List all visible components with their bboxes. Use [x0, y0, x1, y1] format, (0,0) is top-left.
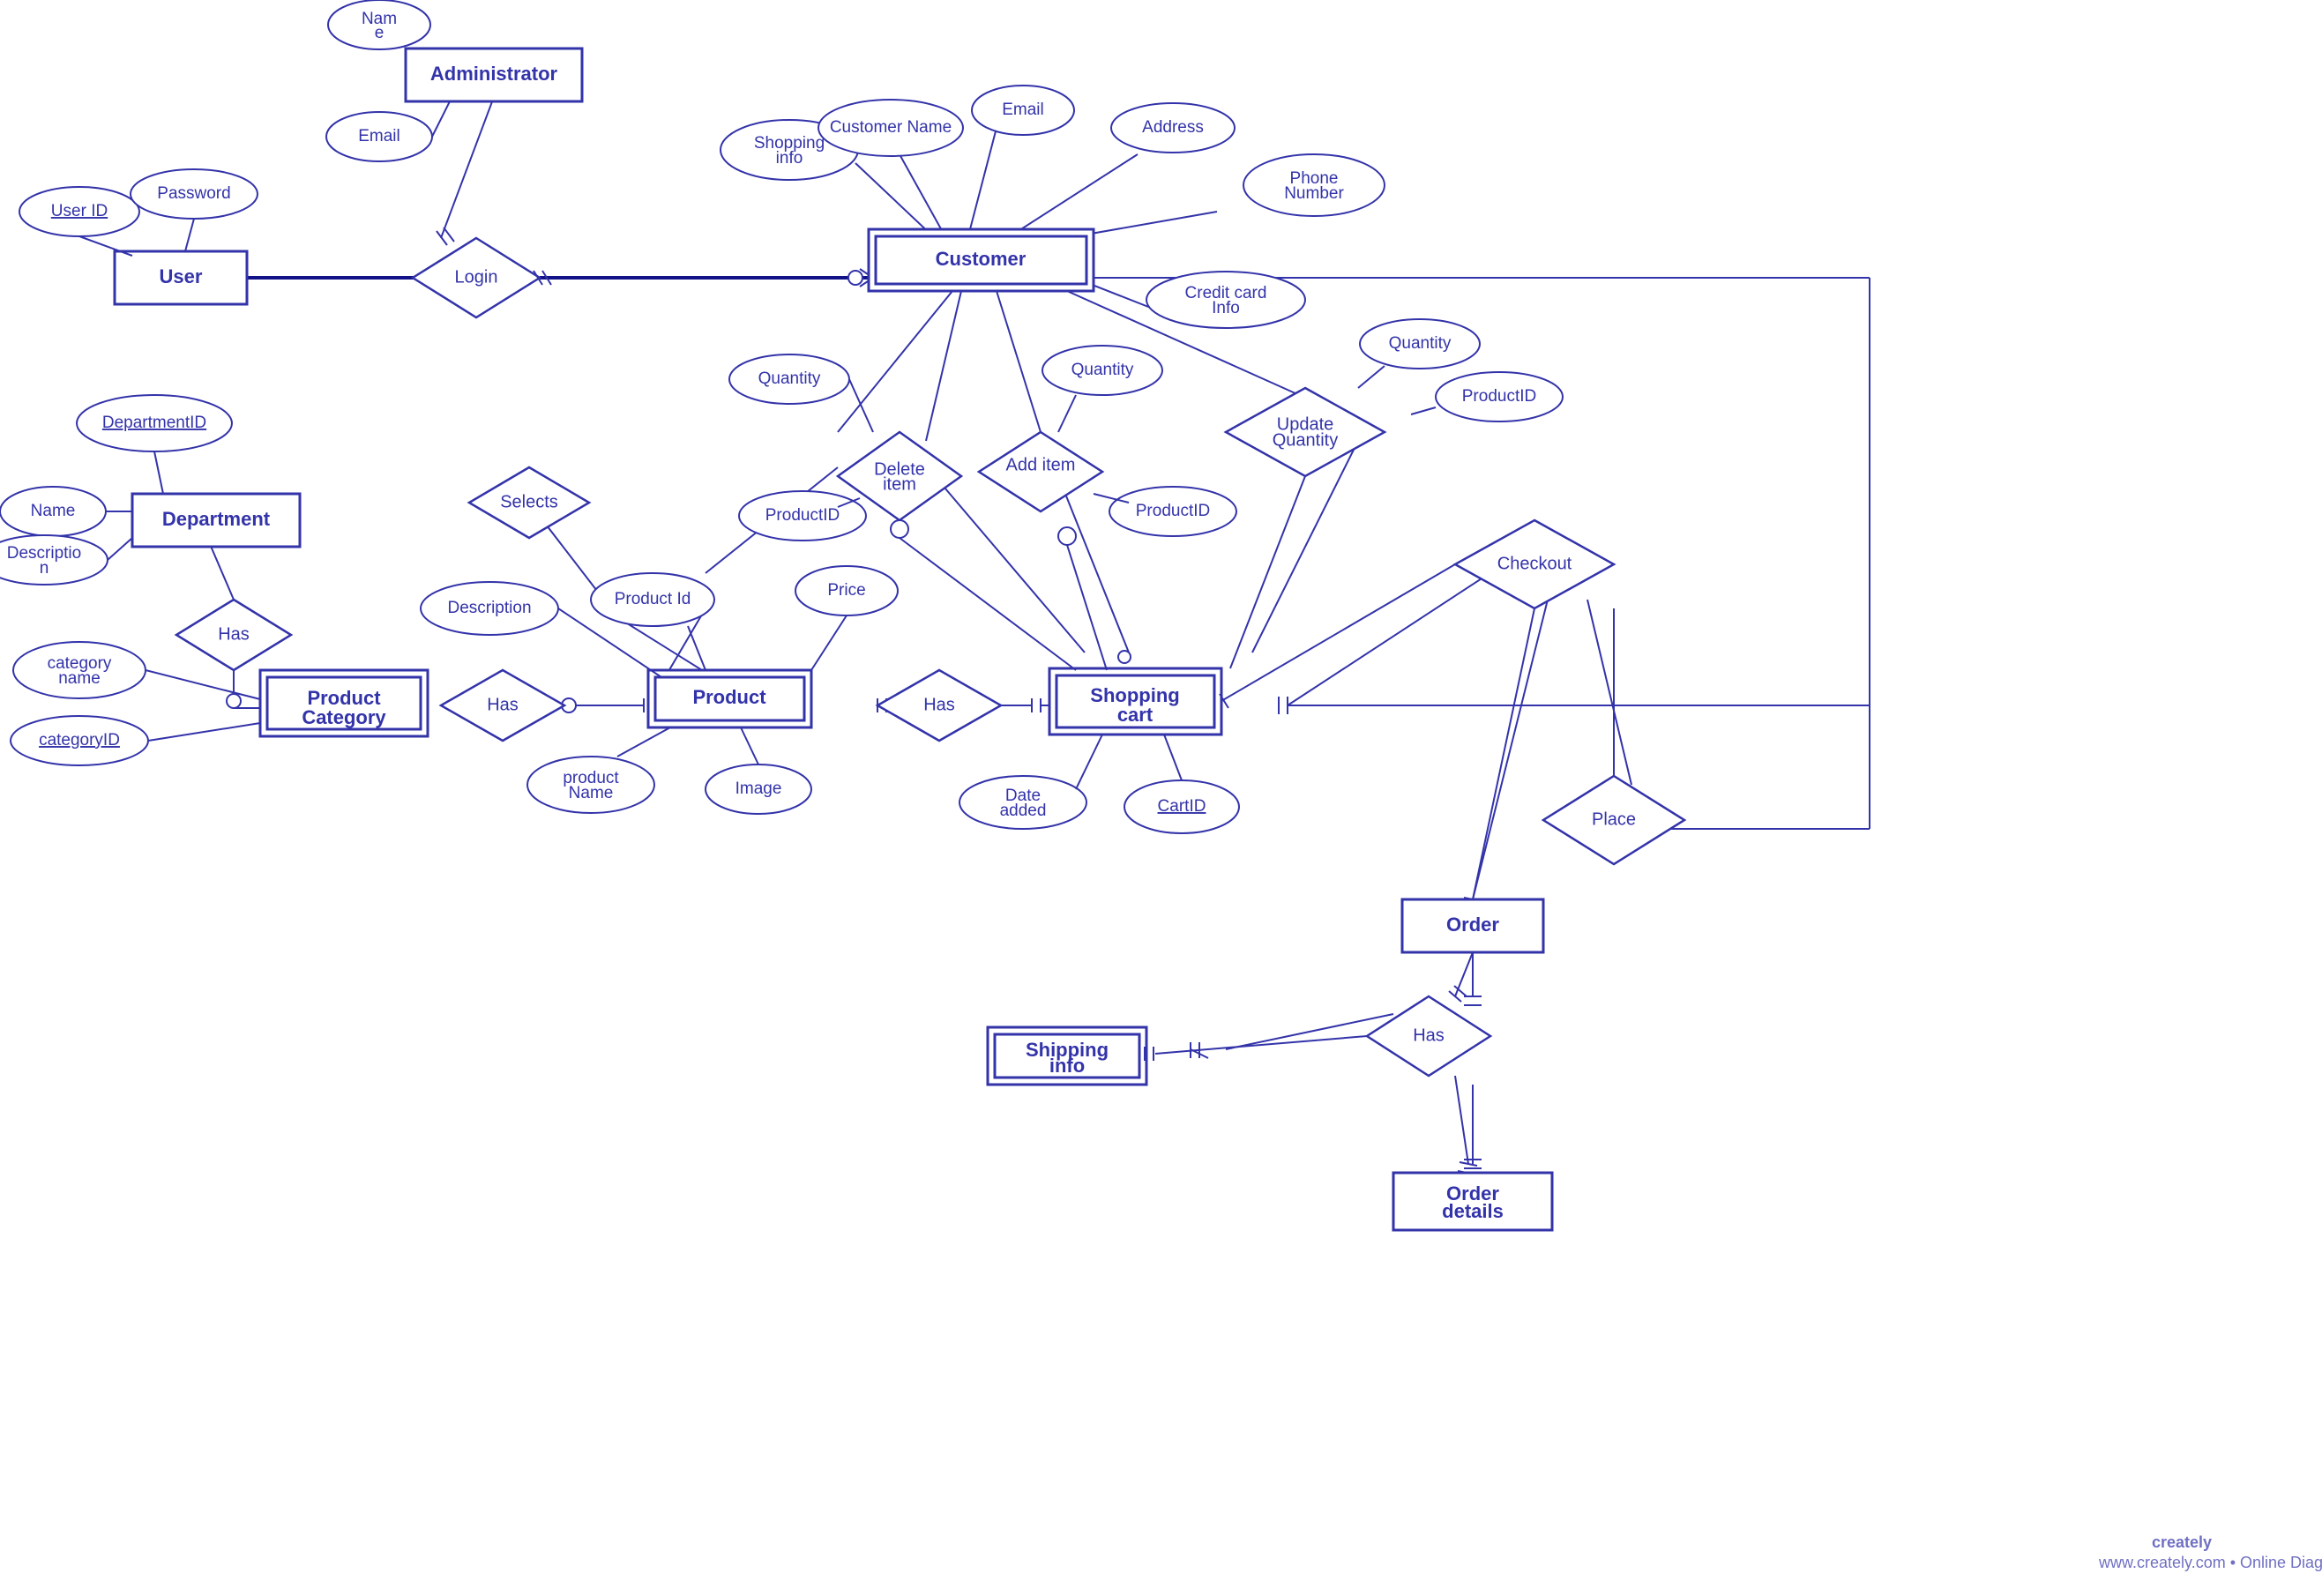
svg-text:Description: Description	[447, 599, 531, 617]
customer-label: Customer	[936, 248, 1027, 270]
svg-text:Category: Category	[302, 706, 386, 728]
svg-text:Has: Has	[487, 695, 519, 714]
svg-text:Email: Email	[358, 127, 400, 145]
svg-text:DepartmentID: DepartmentID	[102, 414, 206, 432]
svg-text:ProductID: ProductID	[765, 506, 840, 525]
svg-text:Has: Has	[923, 695, 955, 714]
svg-text:Has: Has	[218, 624, 250, 644]
svg-text:Product Id: Product Id	[615, 590, 691, 608]
order-label: Order	[1446, 914, 1499, 936]
svg-text:User ID: User ID	[51, 202, 108, 220]
svg-text:cart: cart	[1117, 704, 1154, 726]
svg-text:Login: Login	[455, 267, 498, 287]
svg-text:Selects: Selects	[500, 492, 558, 511]
svg-text:Add item: Add item	[1006, 455, 1076, 474]
svg-text:info: info	[1049, 1055, 1085, 1077]
svg-text:Quantity: Quantity	[1071, 361, 1134, 379]
watermark-brand: creately	[2152, 1533, 2212, 1551]
svg-text:info: info	[776, 149, 803, 168]
svg-text:Info: Info	[1212, 299, 1240, 317]
svg-text:ProductID: ProductID	[1462, 387, 1536, 406]
user-label: User	[160, 265, 203, 287]
svg-text:Customer Name: Customer Name	[830, 118, 952, 137]
svg-text:Address: Address	[1142, 118, 1204, 137]
svg-text:name: name	[58, 669, 101, 688]
svg-text:Name: Name	[569, 784, 614, 802]
svg-text:Checkout: Checkout	[1497, 554, 1572, 573]
svg-text:Number: Number	[1284, 184, 1344, 203]
svg-text:Email: Email	[1002, 101, 1044, 119]
svg-text:Price: Price	[827, 581, 865, 600]
svg-text:details: details	[1442, 1200, 1504, 1222]
watermark-url: www.creately.com • Online Diagrammer	[2098, 1554, 2322, 1571]
department-label: Department	[162, 508, 271, 530]
svg-text:Quantity: Quantity	[1389, 334, 1452, 353]
svg-text:categoryID: categoryID	[39, 731, 120, 750]
svg-text:Name: Name	[31, 502, 76, 520]
svg-text:CartID: CartID	[1158, 797, 1206, 816]
svg-text:n: n	[40, 559, 49, 578]
administrator-label: Administrator	[430, 63, 558, 85]
svg-text:ProductID: ProductID	[1136, 502, 1210, 520]
svg-text:added: added	[1000, 802, 1047, 820]
er-diagram: Administrator Nam e Email User User ID P…	[0, 0, 2322, 1596]
svg-text:Image: Image	[735, 779, 782, 798]
svg-text:item: item	[883, 474, 916, 494]
svg-text:Quantity: Quantity	[758, 369, 821, 388]
svg-text:Password: Password	[157, 184, 230, 203]
svg-text:Has: Has	[1413, 1025, 1445, 1045]
svg-text:Place: Place	[1592, 809, 1636, 829]
product-label: Product	[692, 686, 766, 708]
svg-text:Quantity: Quantity	[1273, 430, 1338, 450]
svg-text:e: e	[375, 24, 385, 42]
